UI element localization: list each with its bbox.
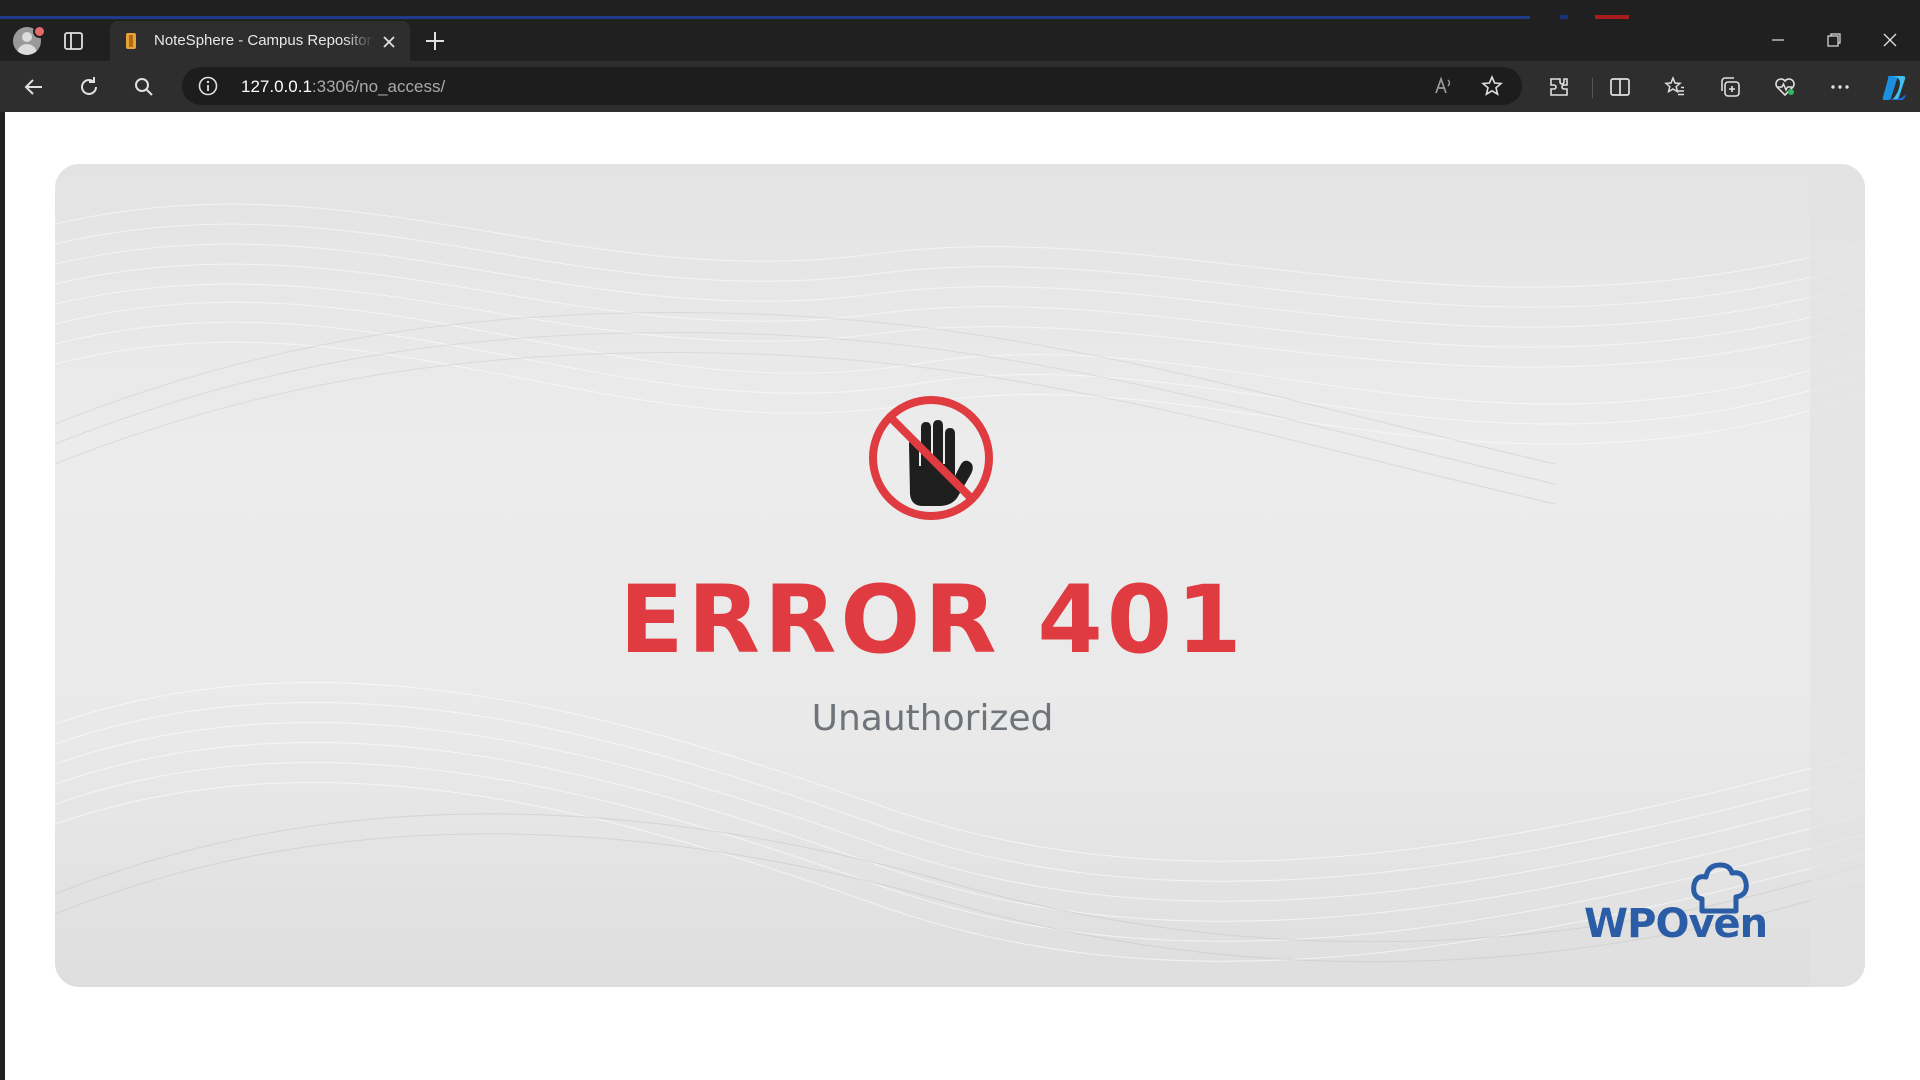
browser-toolbar: 127.0.0.1:3306/no_access/ bbox=[0, 61, 1920, 112]
favorite-star-icon[interactable] bbox=[1480, 74, 1504, 98]
avatar-body bbox=[17, 44, 37, 55]
profile-notification-dot bbox=[33, 25, 46, 38]
close-icon[interactable] bbox=[1862, 19, 1918, 61]
stop-hand-icon bbox=[865, 396, 999, 520]
new-tab-icon[interactable] bbox=[422, 28, 448, 54]
tab-bar: NoteSphere - Campus Repository bbox=[0, 19, 1920, 61]
page-viewport: ERROR 401 Unauthorized WPOven bbox=[5, 112, 1920, 1080]
browser-top-strip bbox=[0, 0, 1920, 19]
refresh-icon[interactable] bbox=[73, 71, 105, 103]
read-aloud-icon[interactable] bbox=[1432, 74, 1456, 98]
back-icon[interactable] bbox=[18, 71, 50, 103]
tab-title: NoteSphere - Campus Repository bbox=[154, 32, 374, 49]
minimize-icon[interactable] bbox=[1750, 19, 1806, 61]
error-card: ERROR 401 Unauthorized WPOven bbox=[55, 164, 1865, 987]
error-title: ERROR 401 bbox=[619, 566, 1246, 675]
restore-icon[interactable] bbox=[1806, 19, 1862, 61]
address-host: 127.0.0.1 bbox=[241, 77, 312, 96]
collections-icon[interactable] bbox=[1714, 71, 1746, 103]
address-bar[interactable]: 127.0.0.1:3306/no_access/ bbox=[182, 67, 1522, 105]
tab-active[interactable]: NoteSphere - Campus Repository bbox=[110, 21, 410, 61]
tab-actions-icon[interactable] bbox=[62, 29, 86, 53]
error-subtitle: Unauthorized bbox=[811, 698, 1054, 739]
browser-essentials-icon[interactable] bbox=[1769, 71, 1801, 103]
tab-close-icon[interactable] bbox=[378, 31, 400, 53]
info-icon[interactable] bbox=[198, 76, 218, 96]
extensions-icon[interactable] bbox=[1543, 71, 1575, 103]
address-url[interactable]: 127.0.0.1:3306/no_access/ bbox=[241, 77, 445, 97]
avatar-head bbox=[22, 32, 32, 42]
brand-logo: WPOven bbox=[1580, 859, 1768, 959]
split-screen-icon[interactable] bbox=[1604, 71, 1636, 103]
brand-name: WPOven bbox=[1584, 901, 1768, 947]
notebook-icon bbox=[126, 33, 136, 49]
address-path: :3306/no_access/ bbox=[311, 77, 446, 96]
toolbar-separator bbox=[1592, 78, 1593, 98]
search-icon[interactable] bbox=[128, 71, 160, 103]
more-icon[interactable] bbox=[1824, 71, 1856, 103]
copilot-icon[interactable] bbox=[1879, 73, 1909, 103]
favorites-icon[interactable] bbox=[1659, 71, 1691, 103]
